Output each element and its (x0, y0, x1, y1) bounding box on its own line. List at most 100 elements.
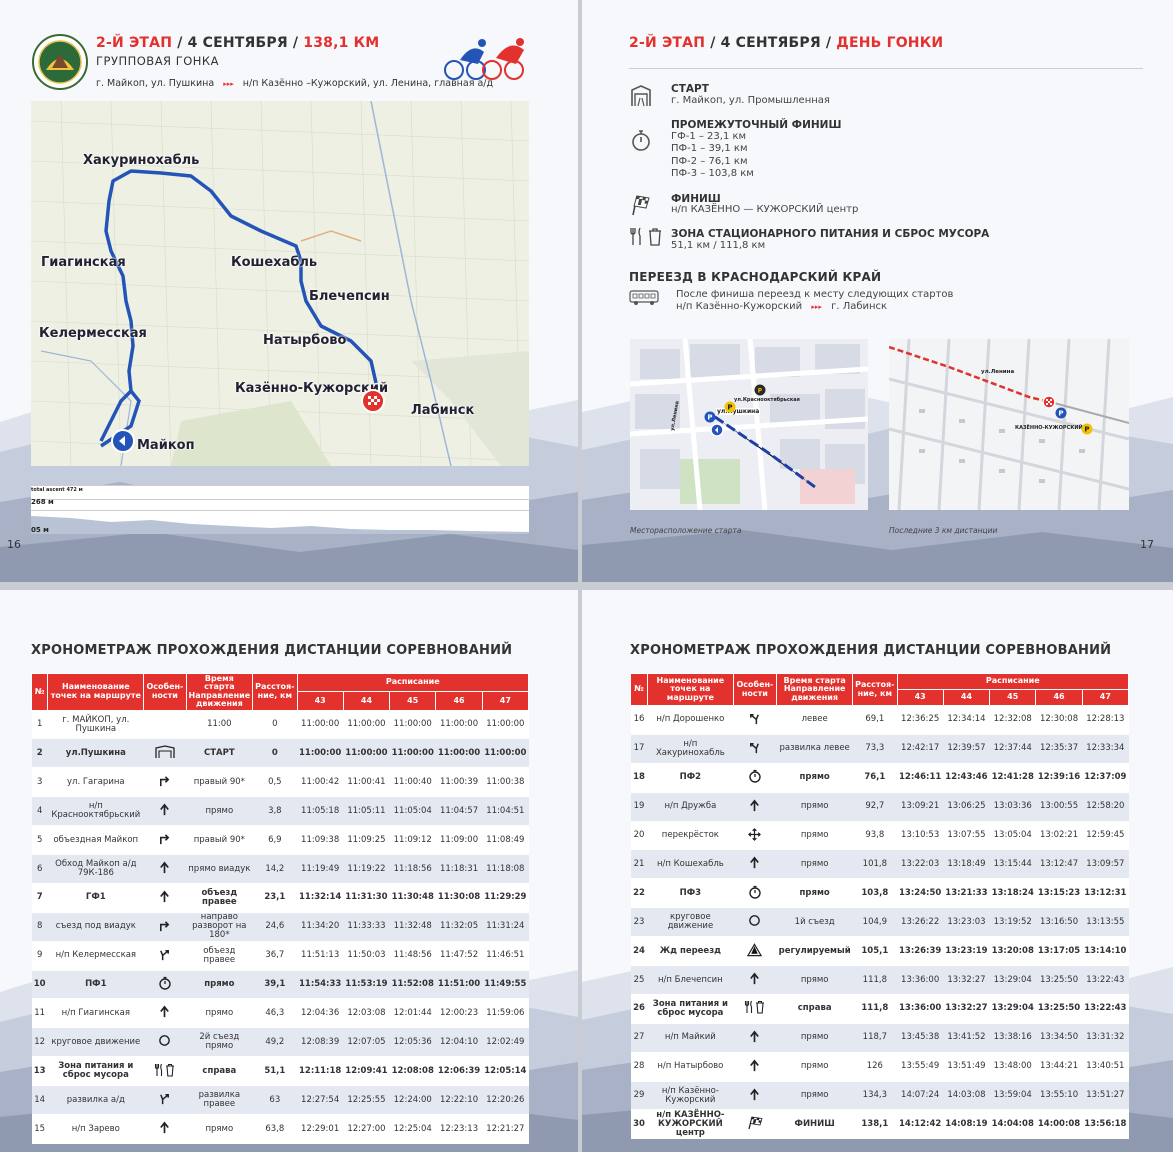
cell-name: н/п Краснооктябрьский (47, 796, 144, 827)
cell-direction: справа (776, 994, 853, 1024)
cell-time: 12:27:54 (297, 1085, 344, 1116)
cell-time: 11:48:56 (389, 941, 436, 971)
cell-num: 1 (31, 710, 48, 740)
start-marker-icon (111, 429, 135, 453)
cell-time: 11:09:38 (297, 825, 344, 856)
map2-caption: Последние 3 км дистанции (889, 526, 998, 535)
transfer-title: ПЕРЕЕЗД В КРАСНОДАРСКИЙ КРАЙ (629, 270, 882, 284)
cell-feature (143, 1056, 187, 1087)
cell-feature (733, 878, 777, 909)
cell-name: круговое движение (47, 1027, 144, 1058)
cell-time: 11:00:00 (343, 710, 390, 740)
cell-feature (143, 1027, 187, 1058)
cell-time: 13:22:43 (1082, 994, 1129, 1024)
cell-time: 12:35:37 (1035, 734, 1083, 764)
cell-time: 13:31:32 (1082, 1023, 1129, 1053)
header-speed-44: 44 (342, 691, 391, 711)
cell-num: 20 (630, 821, 648, 851)
cell-feature (733, 936, 777, 967)
cell-direction: прямо (776, 763, 853, 793)
rail-icon (747, 942, 763, 960)
cell-direction: развилка правее (186, 1085, 253, 1116)
cell-time: 12:00:23 (435, 998, 483, 1029)
cell-time: 13:55:49 (897, 1052, 944, 1082)
cell-time: 11:00:38 (482, 767, 529, 798)
header-start-direction: Время старта Направление движения (776, 673, 854, 706)
profile-min: 05 м (31, 526, 49, 534)
map-label-giaginskaya: Гиагинская (41, 255, 126, 270)
race-type: ГРУППОВАЯ ГОНКА (96, 54, 219, 68)
cell-num: 23 (630, 907, 648, 938)
cell-time: 11:34:20 (297, 912, 344, 942)
header-num: № (629, 673, 649, 706)
cell-feature (733, 792, 777, 822)
table-row: 25 н/п Блечепсин прямо 111,8 13:36:00 13:32:2… (630, 965, 1129, 995)
map2-label-lenina: ул.Ленина (981, 369, 1015, 375)
table-row: 4 н/п Краснооктябрьский прямо 3,8 11:05:18 11… (31, 796, 529, 827)
cell-time: 11:00:39 (435, 767, 483, 798)
cell-time: 13:40:51 (1082, 1052, 1129, 1082)
cell-feature (733, 994, 777, 1024)
cell-time: 13:34:50 (1035, 1023, 1083, 1053)
cell-time: 11:32:05 (435, 912, 483, 942)
cell-time: 13:12:47 (1035, 849, 1083, 880)
table-row: 5 объездная Майкоп правый 90* 6,9 11:09:38 11… (31, 825, 529, 856)
cell-time: 13:22:43 (1082, 965, 1129, 995)
cell-time: 13:26:22 (897, 907, 944, 938)
cell-time: 12:58:20 (1082, 792, 1129, 822)
up-icon (748, 799, 761, 815)
cell-distance: 46,3 (252, 998, 297, 1029)
cell-time: 14:07:24 (897, 1081, 944, 1111)
cell-time: 13:23:19 (943, 936, 990, 967)
cell-time: 11:19:49 (297, 854, 344, 884)
cell-time: 11:47:52 (435, 941, 483, 971)
cell-name: съезд под виадук (47, 912, 144, 942)
parking-icon: P (724, 401, 736, 413)
cell-feature (733, 1052, 777, 1082)
cell-distance: 105,1 (852, 936, 897, 967)
cell-distance: 39,1 (252, 970, 297, 1000)
cell-time: 12:25:55 (343, 1085, 390, 1116)
cell-feature (143, 998, 187, 1029)
timing-table-right: № Наименование точек на маршруте Особен-… (629, 673, 1130, 1140)
cell-time: 13:45:38 (897, 1023, 944, 1053)
start-marker-icon (710, 423, 724, 437)
forkl-icon (748, 712, 761, 728)
cell-time: 12:09:41 (343, 1056, 390, 1087)
cell-name: н/п Кошехабль (647, 849, 734, 880)
cell-name: н/п Казённо-Кужорский (647, 1081, 734, 1111)
cell-direction: прямо (776, 878, 853, 909)
cell-feature (733, 763, 777, 793)
cell-time: 11:59:06 (482, 998, 529, 1029)
cell-num: 25 (630, 965, 648, 995)
cell-time: 12:21:27 (482, 1114, 529, 1144)
cell-time: 14:04:08 (989, 1109, 1036, 1140)
cell-time: 11:53:19 (343, 970, 390, 1000)
cell-num: 16 (630, 705, 648, 735)
cell-direction: 1й съезд (776, 907, 853, 938)
table-row: 13 Зона питания и сброс мусора справа 51,1 1… (31, 1056, 529, 1087)
map1-label-pushkina: ул.Пушкина (716, 408, 761, 415)
cell-time: 11:00:00 (297, 738, 344, 769)
region-emblem (32, 34, 88, 90)
cell-name: развилка а/д (47, 1085, 144, 1116)
cell-time: 11:31:30 (343, 883, 390, 913)
transfer-arrow: ▸▸▸ (811, 303, 822, 311)
gate-icon (154, 745, 176, 762)
cell-time: 11:00:00 (435, 710, 483, 740)
cell-time: 11:51:00 (435, 970, 483, 1000)
cell-name: ПФ1 (47, 970, 144, 1000)
cell-feature (143, 1085, 187, 1116)
cell-time: 12:37:09 (1082, 763, 1129, 793)
elevation-profile: total ascent 472 м 268 м 05 м (31, 485, 529, 534)
cell-direction: прямо (776, 1023, 853, 1053)
ring-icon (158, 1034, 171, 1050)
cell-time: 13:16:50 (1035, 907, 1083, 938)
cell-direction: прямо (776, 821, 853, 851)
cell-time: 13:56:18 (1082, 1109, 1129, 1140)
header-distance: Расстоя-ние, км (252, 673, 298, 711)
cell-time: 11:29:29 (482, 883, 529, 913)
cell-time: 12:33:34 (1082, 734, 1129, 764)
header-distance: Расстоя-ние, км (852, 673, 898, 706)
right-icon (158, 919, 171, 935)
